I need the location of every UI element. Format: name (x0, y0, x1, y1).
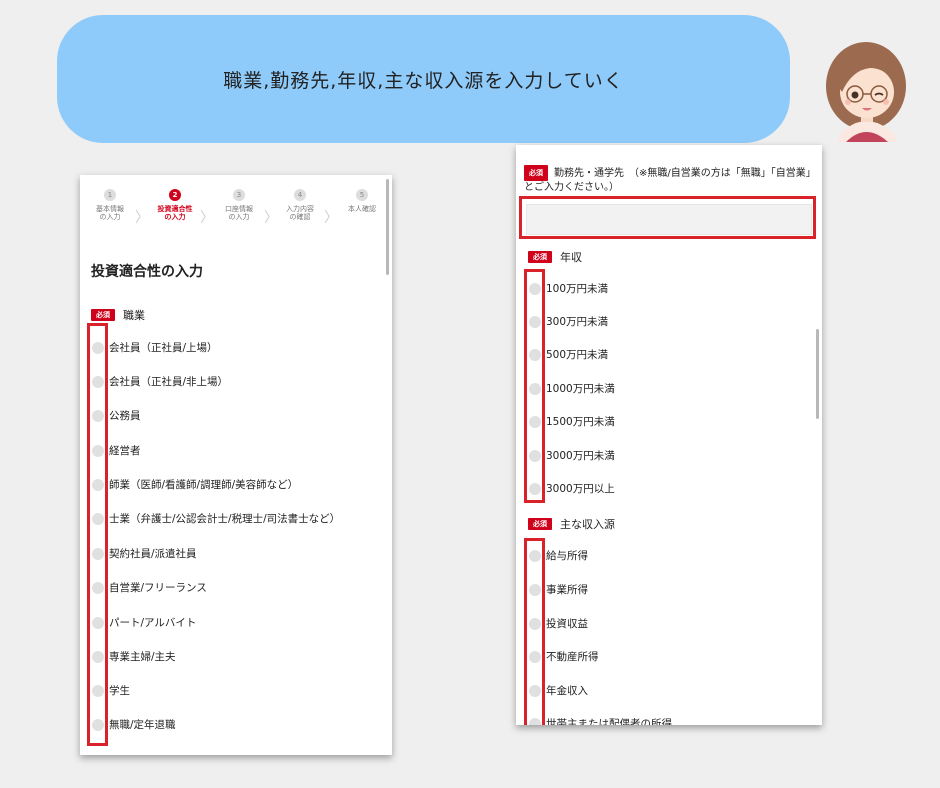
step-number: 4 (294, 189, 306, 201)
income-source-label: 主な収入源 (560, 518, 615, 531)
step-number: 5 (356, 189, 368, 201)
step-5: 5 本人確認 (336, 189, 388, 213)
income-details-screen: 必須 勤務先・通学先 （※無職/自営業の方は「無職」「自営業」とご入力ください。）… (516, 145, 822, 725)
required-badge: 必須 (91, 309, 115, 321)
highlight-box (519, 196, 816, 239)
step-label: 口座情報 の入力 (225, 205, 253, 221)
income-label: 年収 (560, 251, 582, 264)
step-label: 基本情報 の入力 (96, 205, 124, 221)
option-label: 300万円未満 (546, 316, 609, 328)
option-label: 無職/定年退職 (109, 719, 176, 731)
required-badge: 必須 (528, 518, 552, 530)
option-label: 給与所得 (546, 550, 588, 562)
radio-option[interactable]: 会社員（正社員/非上場） (92, 374, 228, 389)
option-label: 会社員（正社員/上場） (109, 342, 218, 354)
workplace-field-header: 必須 勤務先・通学先 （※無職/自営業の方は「無職」「自営業」とご入力ください。） (524, 165, 814, 195)
occupation-label: 職業 (123, 309, 145, 322)
option-label: 事業所得 (546, 584, 588, 596)
option-label: 年金収入 (546, 685, 588, 697)
step-number: 2 (169, 189, 181, 201)
required-badge: 必須 (528, 251, 552, 263)
radio-option[interactable]: 会社員（正社員/上場） (92, 340, 218, 355)
option-label: 公務員 (109, 410, 141, 422)
step-number: 3 (233, 189, 245, 201)
step-label: 入力内容 の確認 (286, 205, 314, 221)
chevron-right-icon: 〉 (200, 210, 214, 226)
option-label: 3000万円未満 (546, 450, 615, 462)
option-label: 会社員（正社員/非上場） (109, 376, 229, 388)
option-label: 投資収益 (546, 618, 588, 630)
workplace-label: 勤務先・通学先 （※無職/自営業の方は「無職」「自営業」とご入力ください。） (524, 168, 811, 193)
option-label: 自営業/フリーランス (109, 582, 207, 594)
radio-option[interactable]: 師業（医師/看護師/調理師/美容師など） (92, 477, 298, 492)
radio-option[interactable]: 世帯主または配偶者の所得 (529, 716, 672, 725)
page-title: 投資適合性の入力 (91, 264, 203, 280)
option-label: 世帯主または配偶者の所得 (546, 718, 672, 725)
step-1: 1 基本情報 の入力 (84, 189, 136, 221)
option-label: 学生 (109, 685, 130, 697)
speech-banner: 職業,勤務先,年収,主な収入源を入力していく (57, 15, 790, 143)
option-label: 不動産所得 (546, 651, 599, 663)
option-label: 専業主婦/主夫 (109, 651, 176, 663)
avatar (826, 42, 906, 142)
radio-option[interactable]: 自営業/フリーランス (92, 580, 207, 595)
occupation-field-header: 必須 職業 (91, 307, 145, 323)
option-label: 100万円未満 (546, 283, 609, 295)
progress-stepper: 1 基本情報 の入力 〉 2 投資適合性 の入力 〉 3 口座情報 の入力 〉 … (88, 189, 388, 229)
scrollbar[interactable] (816, 329, 819, 419)
option-label: 3000万円以上 (546, 483, 615, 495)
radio-option[interactable]: 士業（弁護士/公認会計士/税理士/司法書士など） (92, 511, 340, 526)
option-label: 士業（弁護士/公認会計士/税理士/司法書士など） (109, 513, 341, 525)
option-label: 1000万円未満 (546, 383, 615, 395)
highlight-box (524, 269, 545, 503)
banner-text: 職業,勤務先,年収,主な収入源を入力していく (223, 69, 624, 92)
investment-suitability-screen: 1 基本情報 の入力 〉 2 投資適合性 の入力 〉 3 口座情報 の入力 〉 … (80, 175, 392, 755)
step-label: 本人確認 (348, 205, 376, 213)
step-2: 2 投資適合性 の入力 (149, 189, 201, 221)
option-label: 500万円未満 (546, 349, 609, 361)
option-label: パート/アルバイト (109, 617, 197, 629)
option-label: 1500万円未満 (546, 416, 615, 428)
highlight-box (524, 538, 545, 725)
step-label: 投資適合性 の入力 (157, 205, 193, 221)
step-number: 1 (104, 189, 116, 201)
step-3: 3 口座情報 の入力 (213, 189, 265, 221)
income-source-field-header: 必須 主な収入源 (528, 516, 615, 532)
highlight-box (87, 323, 108, 746)
income-field-header: 必須 年収 (528, 249, 582, 265)
option-label: 師業（医師/看護師/調理師/美容師など） (109, 479, 299, 491)
required-badge: 必須 (524, 165, 548, 181)
option-label: 経営者 (109, 445, 141, 457)
step-4: 4 入力内容 の確認 (274, 189, 326, 221)
option-label: 契約社員/派遣社員 (109, 548, 197, 560)
chevron-right-icon: 〉 (135, 210, 149, 226)
